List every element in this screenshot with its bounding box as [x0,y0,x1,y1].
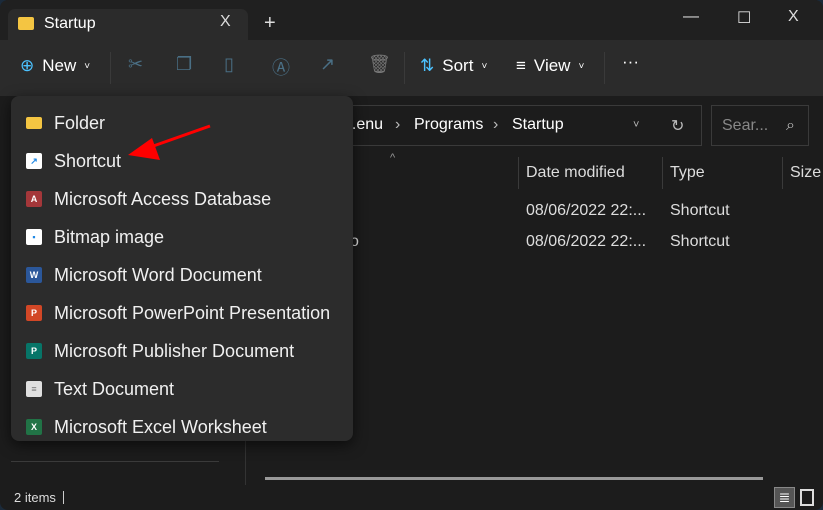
sort-label: Sort [442,56,474,75]
column-divider[interactable] [518,157,519,189]
status-item-count: 2 items [14,490,56,505]
breadcrumb-programs[interactable]: Programs [414,116,483,134]
excel-icon: X [26,419,42,435]
menu-item-microsoft-access-database[interactable]: A Microsoft Access Database [11,180,353,218]
publisher-icon: P [26,343,42,359]
column-size[interactable]: Size [790,164,821,182]
copy-icon[interactable]: ❐ [176,54,192,75]
command-bar: ⊕ New ˅ ✂ ❐ ▯ Ⓐ ↗ 🗑 ⇅ Sort ˅ ≡ View ˅ ··· [0,40,823,96]
menu-item-label: Microsoft Word Document [54,264,262,285]
tab-title: Startup [44,15,96,32]
menu-item-microsoft-powerpoint-presentation[interactable]: P Microsoft PowerPoint Presentation [11,294,353,332]
menu-item-microsoft-word-document[interactable]: W Microsoft Word Document [11,256,353,294]
menu-item-label: Shortcut [54,150,122,171]
breadcrumb-startup[interactable]: Startup [512,116,564,134]
view-list-icon: ≡ [516,56,526,75]
row-type: Shortcut [670,202,730,219]
view-label: View [533,56,571,75]
paste-icon[interactable]: ▯ [224,54,234,75]
menu-item-label: Text Document [54,378,175,399]
menu-item-label: Microsoft Excel Worksheet [54,416,267,437]
sort-arrow-icon: ^ [390,152,396,164]
close-tab-button[interactable]: X [220,13,231,31]
menu-item-label: Microsoft Publisher Document [54,340,295,361]
menu-item-text-document[interactable]: ≡ Text Document [11,370,353,408]
details-view-icon[interactable]: ≣ [774,487,795,508]
cut-icon[interactable]: ✂ [128,54,143,75]
menu-item-bitmap-image[interactable]: ▪ Bitmap image [11,218,353,256]
tiles-view-icon[interactable] [800,489,814,506]
search-input[interactable]: Sear... ⌕ [711,105,809,146]
horizontal-scrollbar[interactable] [265,477,763,480]
menu-item-label: Microsoft Access Database [54,188,272,209]
word-icon: W [26,267,42,283]
maximize-button[interactable]: ☐ [737,8,751,28]
share-icon[interactable]: ↗ [320,54,335,75]
close-button[interactable]: X [788,8,799,26]
file-explorer-window: Startup X + — ☐ X ⊕ New ˅ ✂ ❐ ▯ Ⓐ ↗ 🗑 ⇅ Sor… [0,0,823,510]
divider [404,52,405,84]
title-bar: Startup X + — ☐ X [0,0,823,40]
column-divider[interactable] [662,157,663,189]
rename-icon[interactable]: Ⓐ [272,54,290,80]
search-placeholder: Sear... [722,117,769,134]
annotation-arrow [128,124,211,160]
powerpoint-icon: P [26,305,42,321]
column-date-modified[interactable]: Date modified [526,164,625,182]
tab-startup[interactable]: Startup X [8,9,248,40]
refresh-icon[interactable]: ↻ [671,116,684,136]
row-type: Shortcut [670,233,730,250]
new-button[interactable]: ⊕ New ˅ [20,56,90,76]
status-divider [63,491,64,504]
nav-divider [11,461,219,462]
sort-icon: ⇅ [420,56,435,75]
menu-item-label: Folder [54,112,106,133]
plus-circle-icon: ⊕ [20,56,35,75]
new-label: New [42,56,77,75]
access-icon: A [26,191,42,207]
sort-button[interactable]: ⇅ Sort ˅ [420,56,487,76]
more-options-button[interactable]: ··· [622,52,639,72]
menu-item-microsoft-publisher-document[interactable]: P Microsoft Publisher Document [11,332,353,370]
column-divider[interactable] [782,157,783,189]
bitmap-icon: ▪ [26,229,42,245]
column-type[interactable]: Type [670,164,705,182]
minimize-button[interactable]: — [683,8,699,26]
new-tab-button[interactable]: + [264,12,276,35]
pane-divider[interactable] [245,440,246,485]
divider [604,52,605,84]
menu-item-microsoft-excel-worksheet[interactable]: X Microsoft Excel Worksheet [11,408,353,446]
folder-icon [26,117,42,129]
row-date: 08/06/2022 22:... [526,233,647,250]
divider [110,52,111,84]
breadcrumb-separator: › [493,116,499,133]
folder-icon [18,17,34,30]
row-date: 08/06/2022 22:... [526,202,647,219]
shortcut-icon: ↗ [26,153,42,169]
breadcrumb-separator: › [395,116,401,133]
chevron-down-icon[interactable]: ˅ [633,119,639,131]
search-icon: ⌕ [786,117,795,134]
menu-item-label: Microsoft PowerPoint Presentation [54,302,331,323]
text-document-icon: ≡ [26,381,42,397]
menu-item-label: Bitmap image [54,226,165,247]
delete-icon[interactable]: 🗑 [368,54,391,75]
view-button[interactable]: ≡ View ˅ [516,56,584,76]
